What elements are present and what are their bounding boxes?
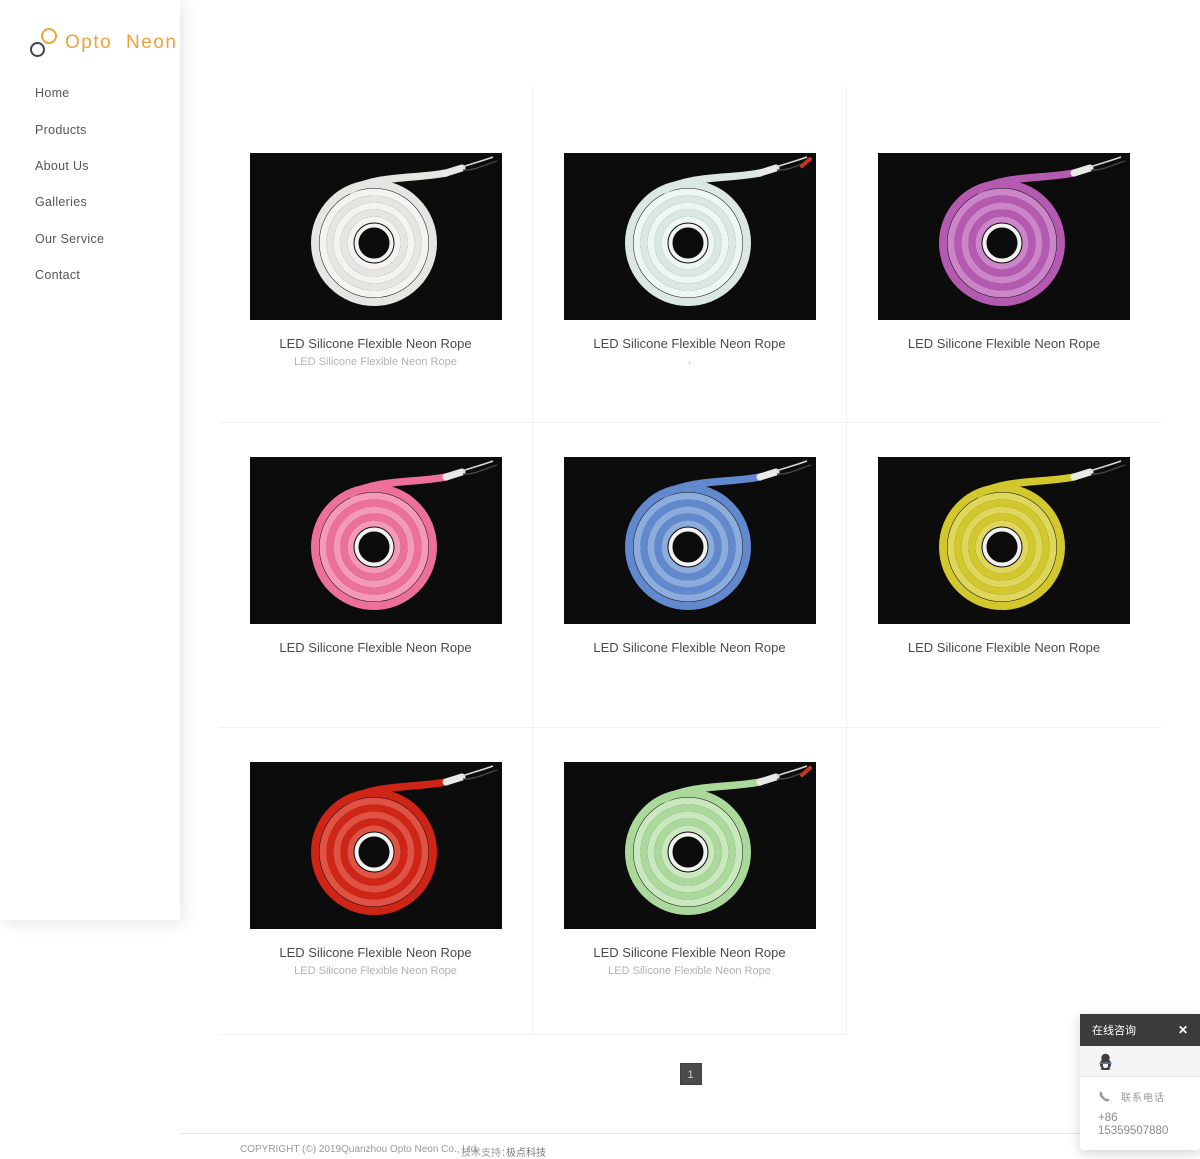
product-card-mint-white[interactable]: LED Silicone Flexible Neon Rope ▾ bbox=[533, 87, 847, 423]
neon-rope-coil-photo-blue bbox=[564, 457, 816, 624]
qq-penguin-icon bbox=[1098, 1053, 1113, 1070]
neon-rope-coil-photo-white bbox=[250, 153, 502, 320]
product-image bbox=[250, 762, 502, 929]
product-image bbox=[250, 457, 502, 624]
product-card-red[interactable]: LED Silicone Flexible Neon Rope LED Sili… bbox=[219, 728, 533, 1035]
neon-rope-coil-photo-green bbox=[564, 762, 816, 929]
sidebar-item-about-us[interactable]: About Us bbox=[0, 148, 180, 184]
product-card-purple[interactable]: LED Silicone Flexible Neon Rope bbox=[847, 87, 1161, 423]
close-icon[interactable]: ✕ bbox=[1178, 1023, 1188, 1037]
sidebar: Opto Neon Home Products About Us Galleri… bbox=[0, 0, 180, 920]
product-title: LED Silicone Flexible Neon Rope bbox=[219, 640, 532, 655]
phone-icon bbox=[1098, 1090, 1111, 1103]
brand-logo[interactable]: Opto Neon bbox=[30, 28, 177, 57]
pagination: 1 bbox=[219, 1063, 1162, 1085]
neon-rope-coil-photo-yellow bbox=[878, 457, 1130, 624]
qq-contact-row[interactable] bbox=[1080, 1046, 1200, 1077]
phone-number[interactable]: +86 15359507880 bbox=[1098, 1112, 1200, 1138]
product-note-mark: ▾ bbox=[533, 360, 846, 367]
sidebar-item-home[interactable]: Home bbox=[0, 75, 180, 111]
product-card-white[interactable]: LED Silicone Flexible Neon Rope LED Sili… bbox=[219, 87, 533, 423]
sidebar-nav-label: About Us bbox=[35, 159, 89, 173]
sidebar-nav: Home Products About Us Galleries Our Ser… bbox=[0, 75, 180, 293]
product-subtitle: LED Silicone Flexible Neon Rope bbox=[219, 965, 532, 977]
brand-name: Opto Neon bbox=[65, 32, 177, 54]
sidebar-item-products[interactable]: Products bbox=[0, 111, 180, 147]
phone-label: 联系电话 bbox=[1121, 1089, 1165, 1104]
online-chat-widget: 在线咨询 ✕ 联系电话 +86 15359507880 bbox=[1080, 1014, 1200, 1150]
product-card-yellow[interactable]: LED Silicone Flexible Neon Rope bbox=[847, 423, 1161, 728]
footer: COPYRIGHT (©) 2019Quanzhou Opto Neon Co.… bbox=[180, 1133, 1200, 1159]
chat-header: 在线咨询 ✕ bbox=[1080, 1014, 1200, 1046]
logo-dark-circle bbox=[30, 42, 45, 57]
phone-contact-section: 联系电话 +86 15359507880 bbox=[1080, 1077, 1200, 1150]
product-title: LED Silicone Flexible Neon Rope bbox=[533, 336, 846, 351]
sidebar-item-our-service[interactable]: Our Service bbox=[0, 221, 180, 257]
sidebar-nav-label: Galleries bbox=[35, 195, 87, 209]
sidebar-nav-label: Home bbox=[35, 86, 70, 100]
sidebar-nav-label: Products bbox=[35, 123, 87, 137]
product-card-blue[interactable]: LED Silicone Flexible Neon Rope bbox=[533, 423, 847, 728]
neon-rope-coil-photo-pink bbox=[250, 457, 502, 624]
product-image bbox=[878, 457, 1130, 624]
product-image bbox=[564, 153, 816, 320]
sidebar-item-contact[interactable]: Contact bbox=[0, 257, 180, 293]
product-card-green[interactable]: LED Silicone Flexible Neon Rope LED Sili… bbox=[533, 728, 847, 1035]
product-image bbox=[250, 153, 502, 320]
sidebar-nav-label: Our Service bbox=[35, 232, 104, 246]
product-title: LED Silicone Flexible Neon Rope bbox=[847, 640, 1161, 655]
product-title: LED Silicone Flexible Neon Rope bbox=[533, 640, 846, 655]
copyright-text: COPYRIGHT (©) 2019Quanzhou Opto Neon Co.… bbox=[240, 1144, 479, 1155]
product-subtitle: LED Silicone Flexible Neon Rope bbox=[533, 965, 846, 977]
tech-support-vendor-link[interactable]: 极点科技 bbox=[506, 1144, 546, 1159]
chat-title: 在线咨询 bbox=[1092, 1022, 1136, 1038]
product-title: LED Silicone Flexible Neon Rope bbox=[219, 336, 532, 351]
pagination-page-1[interactable]: 1 bbox=[680, 1063, 702, 1085]
product-title: LED Silicone Flexible Neon Rope bbox=[219, 945, 532, 960]
sidebar-nav-label: Contact bbox=[35, 268, 80, 282]
product-image bbox=[878, 153, 1130, 320]
product-image bbox=[564, 457, 816, 624]
neon-rope-coil-photo-mint-white bbox=[564, 153, 816, 320]
empty-grid-cell bbox=[847, 728, 1161, 1035]
product-image bbox=[564, 762, 816, 929]
tech-support-label: 技术支持： bbox=[461, 1144, 511, 1159]
neon-rope-coil-photo-purple bbox=[878, 153, 1130, 320]
logo-rings-icon bbox=[30, 28, 57, 57]
product-subtitle: LED Silicone Flexible Neon Rope bbox=[219, 356, 532, 368]
product-title: LED Silicone Flexible Neon Rope bbox=[533, 945, 846, 960]
product-card-pink[interactable]: LED Silicone Flexible Neon Rope bbox=[219, 423, 533, 728]
logo-orange-circle bbox=[41, 28, 57, 44]
product-title: LED Silicone Flexible Neon Rope bbox=[847, 336, 1161, 351]
sidebar-item-galleries[interactable]: Galleries bbox=[0, 184, 180, 220]
neon-rope-coil-photo-red bbox=[250, 762, 502, 929]
product-grid: LED Silicone Flexible Neon Rope LED Sili… bbox=[219, 87, 1162, 1035]
